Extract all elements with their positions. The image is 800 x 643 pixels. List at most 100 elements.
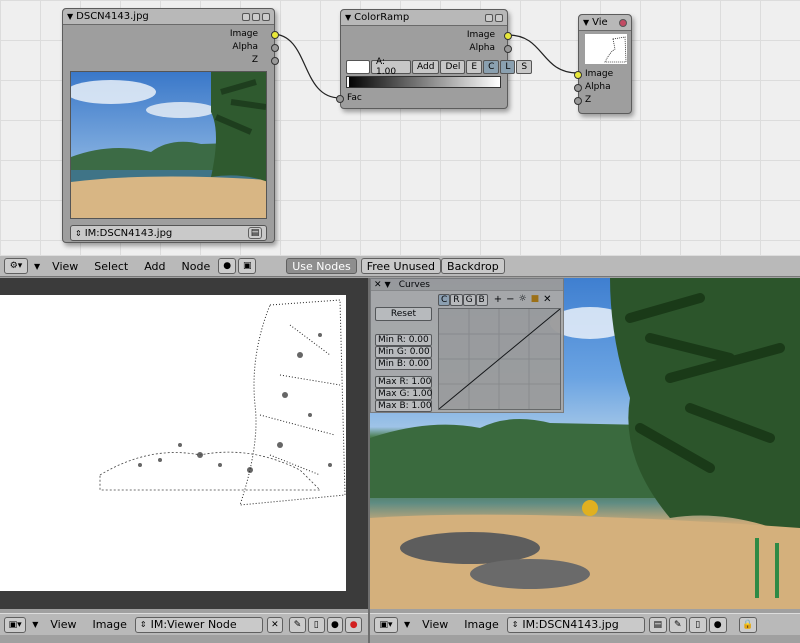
viewer-node-header[interactable]: ▼ Vie — [579, 15, 631, 31]
sample-icon[interactable]: ● — [708, 616, 727, 633]
lock-icon[interactable]: 🔒 — [738, 616, 757, 633]
input-fac-label: Fac — [347, 93, 362, 103]
hide-sockets-icon[interactable] — [485, 13, 493, 22]
output-alpha-label: Alpha — [232, 42, 258, 52]
tools-icon[interactable]: ☼ — [519, 294, 527, 306]
pack-image-icon[interactable]: ▤ — [648, 616, 667, 633]
record-icon[interactable]: ● — [345, 616, 363, 633]
collapse-menu-icon[interactable]: ▼ — [404, 620, 410, 629]
image-datablock-select[interactable]: ⇕ IM:DSCN4143.jpg — [506, 616, 645, 633]
ramp-add-button[interactable]: Add — [412, 60, 440, 74]
curve-graph[interactable] — [438, 308, 561, 410]
curve-channel-r[interactable]: R — [450, 294, 463, 306]
collapse-triangle-icon[interactable]: ▼ — [583, 18, 589, 27]
clip-icon[interactable]: ■ — [531, 294, 540, 306]
preview-toggle-icon[interactable] — [242, 12, 250, 21]
editor-type-icon[interactable]: ▣▾ — [374, 616, 398, 633]
original-image-editor[interactable]: ✕ ▼ Curves C R G B + − ☼ ■ ✕ Reset Min R… — [370, 278, 800, 609]
ramp-s-button[interactable]: S — [516, 60, 533, 74]
options-icon[interactable] — [495, 13, 503, 22]
ramp-active-color-swatch[interactable] — [346, 60, 370, 74]
material-nodes-icon[interactable]: ● — [218, 258, 237, 274]
output-alpha-socket[interactable] — [271, 44, 279, 52]
close-icon[interactable]: ✕ — [374, 280, 382, 290]
menu-image[interactable]: Image — [92, 618, 126, 631]
backdrop-toggle[interactable]: Backdrop — [441, 258, 505, 274]
paint-icon[interactable]: ✎ — [668, 616, 687, 633]
viewer-image-editor[interactable] — [0, 278, 368, 609]
output-z-socket[interactable] — [271, 57, 279, 65]
free-unused-button[interactable]: Free Unused — [360, 258, 442, 274]
menu-node[interactable]: Node — [182, 260, 211, 273]
paint-icon[interactable]: ✎ — [289, 616, 306, 633]
max-r-field[interactable]: Max R: 1.00 — [375, 376, 432, 388]
colorramp-node[interactable]: ▼ ColorRamp Image Alpha A: 1.00 Add Del … — [336, 9, 533, 109]
collapse-triangle-icon[interactable]: ▼ — [385, 280, 391, 289]
viewer-node[interactable]: ▼ Vie Image Alpha Z — [574, 14, 632, 114]
menu-image[interactable]: Image — [464, 618, 498, 631]
output-z-label: Z — [251, 55, 258, 65]
max-b-field[interactable]: Max B: 1.00 — [375, 400, 432, 412]
image-node[interactable]: ▼ DSCN4143.jpg Image Alpha Z ⇕ IM:DSCN41… — [62, 8, 279, 243]
menu-view[interactable]: View — [52, 260, 78, 273]
delete-point-icon[interactable]: ✕ — [543, 294, 551, 306]
collapse-menu-icon[interactable]: ▼ — [32, 620, 38, 629]
ramp-c-button[interactable]: C — [483, 60, 500, 74]
zoom-in-icon[interactable]: + — [494, 294, 502, 306]
hide-sockets-icon[interactable] — [252, 12, 260, 21]
use-nodes-toggle[interactable]: Use Nodes — [286, 258, 357, 274]
curves-reset-button[interactable]: Reset — [375, 307, 432, 321]
left-image-header: ▣▾ ▼ View Image ⇕ IM:Viewer Node ✕ ✎ ▯ ●… — [0, 613, 368, 635]
load-image-icon[interactable]: ▤ — [248, 227, 262, 239]
menu-view[interactable]: View — [422, 618, 448, 631]
options-icon[interactable] — [262, 12, 270, 21]
image-node-header[interactable]: ▼ DSCN4143.jpg — [63, 9, 274, 25]
ramp-e-button[interactable]: E — [466, 60, 483, 74]
unlink-image-icon[interactable]: ✕ — [266, 616, 284, 633]
alpha-icon[interactable]: ▯ — [688, 616, 707, 633]
alpha-icon[interactable]: ▯ — [307, 616, 325, 633]
min-g-field[interactable]: Min G: 0.00 — [375, 346, 432, 358]
ramp-alpha-field[interactable]: A: 1.00 — [371, 57, 411, 77]
image-datablock-select[interactable]: ⇕ IM:Viewer Node — [134, 616, 263, 633]
curves-panel-header[interactable]: ✕ ▼ Curves — [371, 279, 563, 291]
record-icon[interactable] — [619, 18, 627, 27]
min-r-field[interactable]: Min R: 0.00 — [375, 334, 432, 346]
colorramp-node-header[interactable]: ▼ ColorRamp — [341, 10, 507, 26]
ramp-stop-marker[interactable] — [347, 77, 349, 87]
input-fac-socket[interactable] — [336, 95, 344, 103]
color-ramp-gradient[interactable] — [346, 76, 501, 88]
zoom-out-icon[interactable]: − — [506, 294, 514, 306]
max-g-field[interactable]: Max G: 1.00 — [375, 388, 432, 400]
sample-icon[interactable]: ● — [326, 616, 344, 633]
image-datablock-name: IM:Viewer Node — [150, 618, 237, 631]
input-z-socket[interactable] — [574, 97, 582, 105]
node-editor-canvas[interactable]: ▼ DSCN4143.jpg Image Alpha Z ⇕ IM:DSCN41… — [0, 0, 800, 255]
curve-channel-g[interactable]: G — [462, 294, 476, 306]
collapse-triangle-icon[interactable]: ▼ — [345, 13, 351, 22]
collapse-menu-icon[interactable]: ▼ — [34, 262, 40, 271]
menu-view[interactable]: View — [50, 618, 76, 631]
min-b-field[interactable]: Min B: 0.00 — [375, 358, 432, 370]
curve-channel-b[interactable]: B — [475, 294, 488, 306]
output-image-socket[interactable] — [504, 32, 512, 40]
output-image-label: Image — [466, 30, 495, 40]
input-alpha-label: Alpha — [585, 82, 611, 92]
curve-channel-c[interactable]: C — [438, 294, 451, 306]
input-image-socket[interactable] — [574, 71, 582, 79]
menu-add[interactable]: Add — [144, 260, 165, 273]
output-image-label: Image — [229, 29, 258, 39]
editor-type-icon[interactable]: ▣▾ — [4, 616, 27, 633]
menu-select[interactable]: Select — [94, 260, 128, 273]
output-image-socket[interactable] — [271, 31, 279, 39]
composite-nodes-icon[interactable]: ▣ — [238, 258, 257, 274]
input-alpha-socket[interactable] — [574, 84, 582, 92]
image-datablock-select[interactable]: ⇕ IM:DSCN4143.jpg ▤ — [70, 225, 267, 241]
link-image-to-fac — [271, 33, 341, 99]
ramp-del-button[interactable]: Del — [440, 60, 466, 74]
ramp-l-button[interactable]: L — [500, 60, 516, 74]
editor-type-icon[interactable]: ⚙▾ — [4, 258, 28, 274]
collapse-triangle-icon[interactable]: ▼ — [67, 12, 73, 21]
output-alpha-socket[interactable] — [504, 45, 512, 53]
output-alpha-label: Alpha — [469, 43, 495, 53]
